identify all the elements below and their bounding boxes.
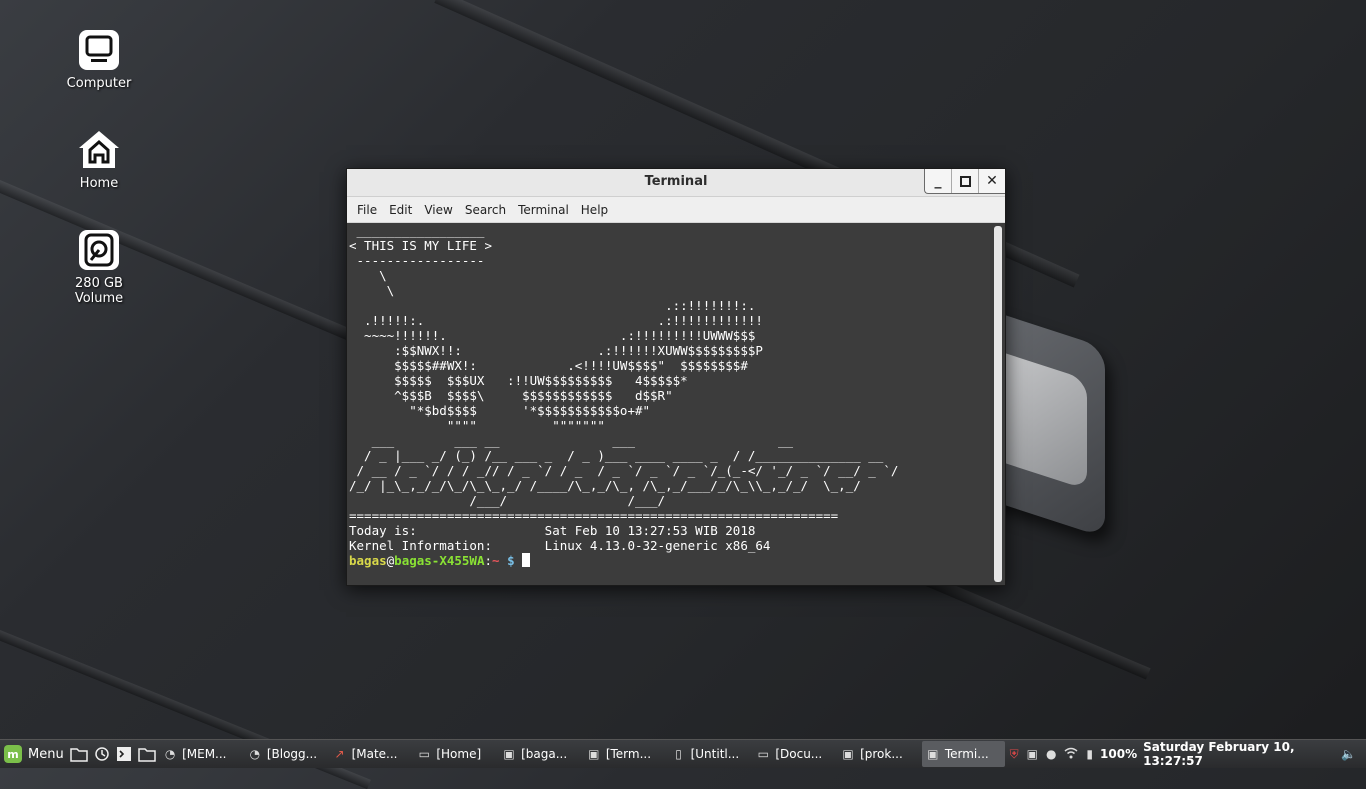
menu-view[interactable]: View <box>418 203 458 217</box>
window-controls: _ ✕ <box>924 169 1005 194</box>
start-menu-label: Menu <box>28 746 64 762</box>
desktop-icon-label: 280 GB Volume <box>74 276 124 306</box>
task-label: [baga... <box>521 747 568 761</box>
terminal-launcher-icon[interactable] <box>114 743 135 765</box>
taskbar-task[interactable]: ◔ [MEM... <box>159 741 242 767</box>
taskbar-task[interactable]: ▭ [Home] <box>413 741 496 767</box>
taskbar-task[interactable]: ◔ [Blogg... <box>244 741 327 767</box>
task-label: [MEM... <box>182 747 227 761</box>
folder-icon: ▭ <box>418 747 430 761</box>
taskbar-task[interactable]: ▣ [baga... <box>498 741 581 767</box>
folder-icon: ▭ <box>757 747 769 761</box>
app-icon: ◔ <box>164 747 176 761</box>
menu-file[interactable]: File <box>351 203 383 217</box>
shield-icon[interactable]: ⛨ <box>1010 747 1019 762</box>
task-label: [Blogg... <box>266 747 318 761</box>
battery-icon[interactable]: ▮ <box>1086 747 1093 761</box>
menu-help[interactable]: Help <box>575 203 614 217</box>
volume-icon[interactable]: 🔈 <box>1341 747 1356 761</box>
task-label: [Mate... <box>351 747 398 761</box>
prompt-host: bagas-X455WA <box>394 553 485 568</box>
desktop-icon-label: Computer <box>66 76 132 91</box>
battery-percent: 100% <box>1100 747 1138 761</box>
terminal-prompt[interactable]: bagas@bagas-X455WA:~ $ <box>349 553 991 568</box>
minimize-button[interactable]: _ <box>925 169 951 193</box>
document-icon: ▯ <box>675 747 682 761</box>
terminal-icon: ▣ <box>927 747 939 761</box>
task-label: [prok... <box>860 747 903 761</box>
computer-icon <box>77 28 121 72</box>
update-launcher-icon[interactable] <box>91 743 112 765</box>
taskbar-task[interactable]: ▯ [Untitl... <box>668 741 751 767</box>
prompt-user: bagas <box>349 553 387 568</box>
terminal-output-area[interactable]: _________________ < THIS IS MY LIFE > --… <box>347 223 991 585</box>
files-launcher-icon[interactable] <box>69 743 90 765</box>
prompt-path: ~ <box>492 553 500 568</box>
terminal-icon: ▣ <box>503 747 515 761</box>
taskbar-task[interactable]: ▣ [Term... <box>583 741 666 767</box>
home-icon <box>77 128 121 172</box>
prompt-colon: : <box>484 553 493 568</box>
app-icon: ◔ <box>249 747 261 761</box>
task-label: [Docu... <box>775 747 823 761</box>
desktop-icon-label: Home <box>79 176 119 191</box>
prompt-sign: $ <box>499 553 523 568</box>
taskbar-task[interactable]: ▭ [Docu... <box>752 741 835 767</box>
window-title: Terminal <box>644 174 708 189</box>
close-button[interactable]: ✕ <box>978 169 1005 193</box>
wifi-icon[interactable] <box>1064 747 1078 762</box>
text-cursor <box>522 553 531 567</box>
terminal-icon: ▣ <box>842 747 854 761</box>
scrollbar[interactable] <box>991 223 1005 585</box>
folder-launcher-icon[interactable] <box>136 743 157 765</box>
terminal-window[interactable]: Terminal _ ✕ File Edit View Search Termi… <box>346 168 1006 586</box>
chart-icon: ↗ <box>334 747 345 761</box>
terminal-icon: ▣ <box>588 747 600 761</box>
user-icon[interactable]: ● <box>1046 747 1056 761</box>
update-manager-icon[interactable]: ▣ <box>1027 747 1038 761</box>
menu-edit[interactable]: Edit <box>383 203 418 217</box>
task-label: [Untitl... <box>690 747 740 761</box>
menubar: File Edit View Search Terminal Help <box>347 197 1005 223</box>
task-label: [Term... <box>605 747 652 761</box>
desktop-icon-volume[interactable]: 280 GB Volume <box>51 228 147 306</box>
menu-search[interactable]: Search <box>459 203 512 217</box>
scrollbar-thumb[interactable] <box>994 226 1002 582</box>
terminal-output: _________________ < THIS IS MY LIFE > --… <box>349 223 899 553</box>
task-label: Termi... <box>944 747 989 761</box>
menu-terminal[interactable]: Terminal <box>512 203 575 217</box>
start-menu-button[interactable]: m Menu <box>0 740 68 768</box>
maximize-button[interactable] <box>951 169 978 193</box>
desktop-icon-computer[interactable]: Computer <box>51 28 147 91</box>
drive-icon <box>77 228 121 272</box>
desktop-icon-home[interactable]: Home <box>51 128 147 191</box>
taskbar-task[interactable]: ↗ [Mate... <box>329 741 412 767</box>
mint-logo-icon: m <box>4 745 22 763</box>
clock[interactable]: Saturday February 10, 13:27:57 <box>1143 740 1334 768</box>
taskbar-task-active[interactable]: ▣ Termi... <box>921 741 1005 767</box>
taskbar: m Menu ◔ [MEM... ◔ [Blogg... ↗ [Mate... ▭ [H… <box>0 739 1366 768</box>
system-tray: ⛨ ▣ ● ▮ 100% Saturday February 10, 13:27… <box>1006 740 1366 768</box>
taskbar-task[interactable]: ▣ [prok... <box>837 741 920 767</box>
task-label: [Home] <box>436 747 482 761</box>
window-titlebar[interactable]: Terminal _ ✕ <box>347 169 1005 197</box>
